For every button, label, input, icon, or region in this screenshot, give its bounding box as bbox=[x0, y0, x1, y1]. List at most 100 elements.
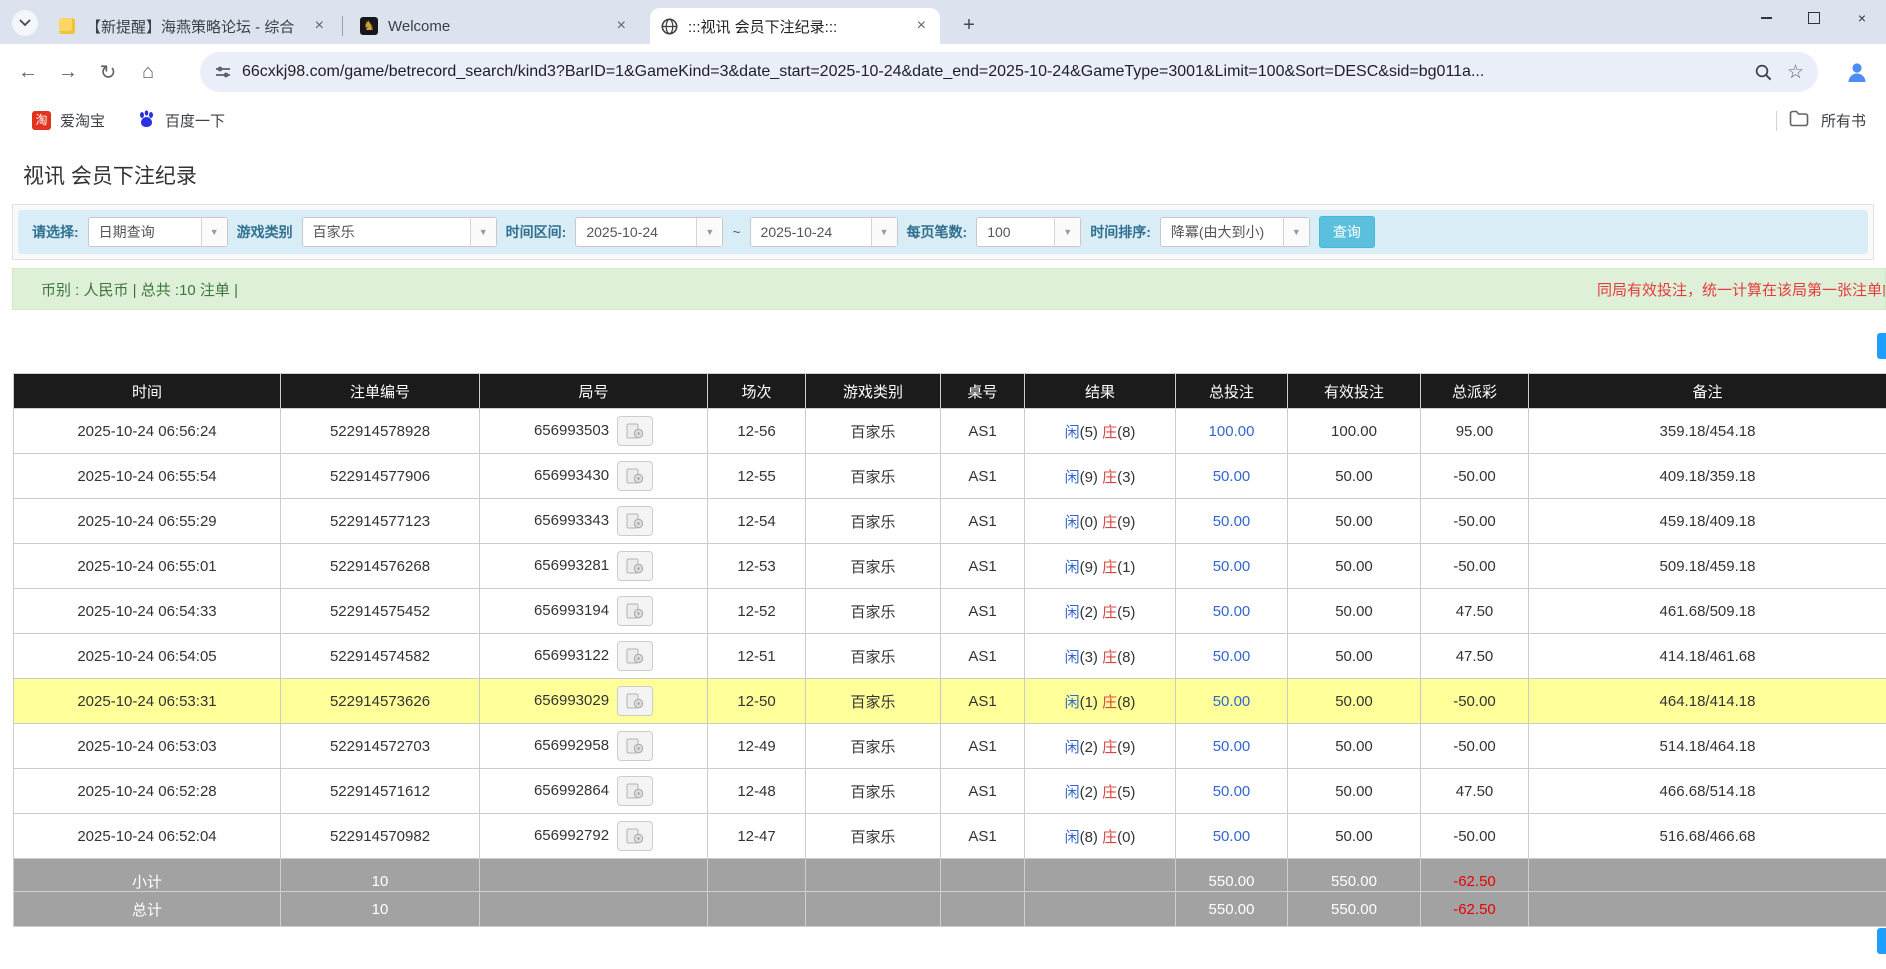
cell-table: AS1 bbox=[941, 589, 1025, 634]
date-end-value: 2025-10-24 bbox=[751, 224, 871, 240]
total-bet-link[interactable]: 50.00 bbox=[1213, 783, 1251, 800]
total-bet-link[interactable]: 50.00 bbox=[1213, 513, 1251, 530]
bookmark-star-icon[interactable]: ☆ bbox=[1787, 61, 1804, 84]
cell-valid-bet: 50.00 bbox=[1288, 634, 1421, 679]
tab-bet-record[interactable]: :::视讯 会员下注纪录::: × bbox=[650, 8, 940, 44]
folder-icon bbox=[1789, 110, 1809, 132]
date-start-input[interactable]: 2025-10-24 ▼ bbox=[575, 217, 723, 247]
cell-session: 12-55 bbox=[708, 454, 806, 499]
edge-widget-top[interactable] bbox=[1877, 333, 1886, 359]
video-replay-button[interactable] bbox=[617, 731, 653, 761]
url-bar[interactable]: 66cxkj98.com/game/betrecord_search/kind3… bbox=[200, 52, 1818, 92]
table-row[interactable]: 2025-10-24 06:53:03522914572703656992958… bbox=[14, 724, 1886, 769]
result-banker-label: 庄 bbox=[1102, 784, 1117, 801]
video-replay-button[interactable] bbox=[617, 416, 653, 446]
cell-payout: -50.00 bbox=[1421, 814, 1529, 859]
divider bbox=[1776, 111, 1777, 131]
cell-total-bet: 100.00 bbox=[1176, 409, 1288, 454]
result-player-label: 闲 bbox=[1065, 424, 1080, 441]
date-range-label: 时间区间: bbox=[506, 222, 567, 242]
cell-bet-id: 522914573626 bbox=[281, 679, 480, 724]
bookmark-baidu[interactable]: 百度一下 bbox=[137, 109, 225, 132]
cell-session: 12-56 bbox=[708, 409, 806, 454]
cell-bet-id: 522914576268 bbox=[281, 544, 480, 589]
total-bet-link[interactable]: 50.00 bbox=[1213, 828, 1251, 845]
date-start-value: 2025-10-24 bbox=[576, 224, 696, 240]
notice-text: 同局有效投注，统一计算在该局第一张注单内 bbox=[1597, 279, 1886, 300]
tab-forum[interactable]: 【新提醒】海燕策略论坛 - 综合 × bbox=[48, 8, 338, 44]
round-number: 656992864 bbox=[534, 782, 609, 799]
cell-game-type: 百家乐 bbox=[806, 409, 941, 454]
video-replay-button[interactable] bbox=[617, 461, 653, 491]
video-replay-button[interactable] bbox=[617, 596, 653, 626]
total-bet-link[interactable]: 100.00 bbox=[1209, 423, 1255, 440]
table-row[interactable]: 2025-10-24 06:52:04522914570982656992792… bbox=[14, 814, 1886, 859]
result-banker-points: (5) bbox=[1117, 784, 1135, 801]
header-payout: 总派彩 bbox=[1421, 374, 1529, 409]
maximize-button[interactable] bbox=[1790, 0, 1838, 36]
new-tab-button[interactable]: + bbox=[956, 12, 982, 38]
table-row[interactable]: 2025-10-24 06:54:05522914574582656993122… bbox=[14, 634, 1886, 679]
total-bet-link[interactable]: 50.00 bbox=[1213, 558, 1251, 575]
all-bookmarks[interactable]: 所有书 bbox=[1776, 101, 1886, 140]
result-player-label: 闲 bbox=[1065, 469, 1080, 486]
result-banker-label: 庄 bbox=[1102, 424, 1117, 441]
cell-table: AS1 bbox=[941, 499, 1025, 544]
cell-valid-bet: 50.00 bbox=[1288, 724, 1421, 769]
cell-session: 12-47 bbox=[708, 814, 806, 859]
close-window-button[interactable]: × bbox=[1838, 0, 1886, 36]
date-end-input[interactable]: 2025-10-24 ▼ bbox=[750, 217, 898, 247]
home-icon[interactable]: ⌂ bbox=[128, 61, 168, 84]
sort-select[interactable]: 降冪(由大到小) ▼ bbox=[1160, 217, 1310, 247]
empty-cell bbox=[480, 892, 708, 927]
video-replay-button[interactable] bbox=[617, 776, 653, 806]
table-row[interactable]: 2025-10-24 06:55:54522914577906656993430… bbox=[14, 454, 1886, 499]
site-info-icon[interactable] bbox=[214, 63, 232, 81]
video-replay-button[interactable] bbox=[617, 686, 653, 716]
bookmark-aitaobao[interactable]: 淘 爱淘宝 bbox=[32, 110, 105, 131]
chevron-down-icon: ▼ bbox=[696, 218, 722, 246]
zoom-page-icon[interactable] bbox=[1754, 63, 1773, 82]
close-icon[interactable]: × bbox=[311, 17, 328, 35]
cell-session: 12-50 bbox=[708, 679, 806, 724]
total-bet-link[interactable]: 50.00 bbox=[1213, 648, 1251, 665]
table-row[interactable]: 2025-10-24 06:56:24522914578928656993503… bbox=[14, 409, 1886, 454]
game-type-label: 游戏类别 bbox=[237, 222, 293, 242]
tab-search-chevron-icon[interactable] bbox=[12, 10, 38, 36]
minimize-button[interactable] bbox=[1742, 0, 1790, 36]
table-row[interactable]: 2025-10-24 06:55:29522914577123656993343… bbox=[14, 499, 1886, 544]
table-row[interactable]: 2025-10-24 06:52:28522914571612656992864… bbox=[14, 769, 1886, 814]
query-type-label: 请选择: bbox=[32, 222, 79, 242]
back-icon[interactable]: ← bbox=[8, 61, 48, 84]
close-icon[interactable]: × bbox=[913, 17, 930, 35]
close-icon[interactable]: × bbox=[613, 17, 630, 35]
header-bet-id: 注单编号 bbox=[281, 374, 480, 409]
video-replay-button[interactable] bbox=[617, 551, 653, 581]
query-type-select[interactable]: 日期查询 ▼ bbox=[88, 217, 228, 247]
table-row[interactable]: 2025-10-24 06:53:31522914573626656993029… bbox=[14, 679, 1886, 724]
forward-icon[interactable]: → bbox=[48, 61, 88, 84]
total-bet-link[interactable]: 50.00 bbox=[1213, 693, 1251, 710]
per-page-select[interactable]: 100 ▼ bbox=[976, 217, 1081, 247]
cell-table: AS1 bbox=[941, 634, 1025, 679]
video-replay-button[interactable] bbox=[617, 506, 653, 536]
header-total-bet: 总投注 bbox=[1176, 374, 1288, 409]
total-bet-link[interactable]: 50.00 bbox=[1213, 603, 1251, 620]
table-row[interactable]: 2025-10-24 06:55:01522914576268656993281… bbox=[14, 544, 1886, 589]
video-replay-button[interactable] bbox=[617, 821, 653, 851]
browser-toolbar: ← → ↻ ⌂ 66cxkj98.com/game/betrecord_sear… bbox=[0, 44, 1886, 101]
table-header-row: 时间 注单编号 局号 场次 游戏类别 桌号 结果 总投注 有效投注 总派彩 备注 bbox=[14, 374, 1886, 409]
tab-welcome[interactable]: ♞ Welcome × bbox=[350, 8, 640, 44]
total-bet-link[interactable]: 50.00 bbox=[1213, 738, 1251, 755]
profile-avatar[interactable] bbox=[1842, 57, 1872, 87]
cell-game-type: 百家乐 bbox=[806, 679, 941, 724]
tab-title: 【新提醒】海燕策略论坛 - 综合 bbox=[86, 16, 301, 37]
table-row[interactable]: 2025-10-24 06:54:33522914575452656993194… bbox=[14, 589, 1886, 634]
video-replay-button[interactable] bbox=[617, 641, 653, 671]
search-button[interactable]: 查询 bbox=[1319, 216, 1375, 248]
game-type-select[interactable]: 百家乐 ▼ bbox=[302, 217, 497, 247]
cell-remark: 516.68/466.68 bbox=[1529, 814, 1886, 859]
edge-widget-bottom[interactable] bbox=[1877, 928, 1886, 954]
reload-icon[interactable]: ↻ bbox=[88, 60, 128, 85]
total-bet-link[interactable]: 50.00 bbox=[1213, 468, 1251, 485]
